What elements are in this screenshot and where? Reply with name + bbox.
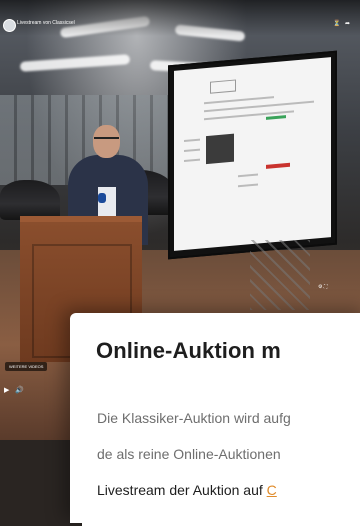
play-icon[interactable]: ▶ — [4, 387, 9, 394]
fullscreen-icon[interactable]: ⛶ — [324, 284, 328, 290]
watch-later-icon[interactable]: ⏳ — [333, 20, 340, 27]
display-monitor — [168, 50, 337, 260]
screen-green-bar — [266, 115, 286, 120]
video-top-bar — [0, 0, 360, 36]
article-paragraph-line: Livestream der Auktion auf C — [97, 482, 277, 498]
more-videos-button[interactable]: WEITERE VIDEOS — [5, 362, 48, 371]
screen-red-bar — [266, 162, 290, 169]
article-heading: Online-Auktion m — [96, 338, 281, 363]
screen-line — [204, 96, 274, 105]
volume-icon[interactable]: 🔊 — [15, 387, 24, 394]
microphone — [98, 193, 106, 203]
screen-logo — [210, 79, 236, 94]
channel-avatar[interactable] — [3, 19, 16, 32]
settings-icon[interactable]: ⚙ — [318, 284, 322, 290]
stage-truss — [250, 240, 310, 310]
screen-line — [184, 148, 200, 152]
screen-line — [238, 183, 258, 188]
monitor-screen — [174, 57, 331, 251]
player-controls: ▶ 🔊 — [4, 386, 28, 394]
classic-car — [0, 180, 60, 220]
livestream-text: Livestream der Auktion auf — [97, 482, 267, 498]
share-icon[interactable]: ➦ — [345, 20, 350, 27]
article-paragraph-line: de als reine Online-Auktionen — [97, 446, 281, 462]
screen-line — [238, 173, 258, 178]
article-paragraph-line: Die Klassiker-Auktion wird aufg — [97, 410, 291, 426]
speaker-glasses — [94, 137, 119, 143]
video-title[interactable]: Livestream von Classicsel — [17, 20, 75, 26]
screen-line — [184, 158, 200, 162]
ceiling-light — [19, 54, 131, 72]
screen-line — [184, 138, 200, 142]
screen-car-image — [206, 133, 234, 165]
player-right-controls: ⚙ ⛶ — [318, 284, 327, 290]
article-link[interactable]: C — [267, 482, 277, 498]
